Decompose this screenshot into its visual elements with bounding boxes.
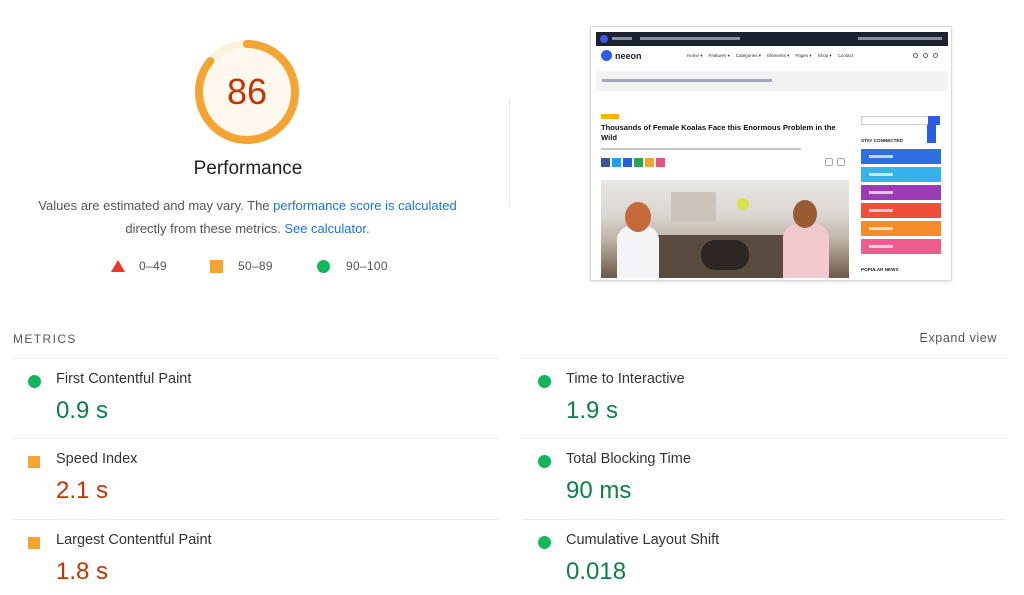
preview-social-row — [861, 203, 941, 218]
metric-value: 0.9 s — [56, 397, 109, 424]
preview-nav-item: Categories ▾ — [735, 53, 762, 58]
calculator-link[interactable]: See calculator — [284, 221, 366, 236]
preview-nav-item: Elements ▾ — [767, 53, 790, 58]
metric-speed-index: Speed Index 2.1 s — [28, 439, 508, 519]
preview-social-row — [861, 185, 941, 200]
metrics-title: METRICS — [13, 332, 77, 346]
final-screenshot-thumbnail[interactable]: neeon Home ▾ Features ▾ Categories ▾ Elemen… — [590, 26, 952, 281]
preview-logo-text: neeon — [615, 50, 642, 61]
legend-pass-range: 90–100 — [346, 259, 388, 273]
average-square-icon — [28, 456, 40, 468]
metric-total-blocking-time: Total Blocking Time 90 ms — [538, 439, 1018, 519]
metric-value: 1.9 s — [566, 397, 619, 424]
average-square-icon — [28, 537, 40, 549]
vertical-divider — [509, 100, 510, 206]
preview-nav-item: Contact — [837, 53, 854, 58]
description-period: . — [365, 221, 370, 236]
metric-value: 1.8 s — [56, 558, 109, 585]
metric-largest-contentful-paint: Largest Contentful Paint 1.8 s — [28, 520, 508, 595]
logo-icon — [601, 50, 612, 61]
legend-pass: 90–100 — [317, 258, 388, 274]
legend-average: 50–89 — [210, 258, 273, 274]
preview-category-tag — [601, 114, 619, 119]
legend-fail-range: 0–49 — [139, 259, 167, 273]
score-value: 86 — [226, 71, 268, 112]
metric-label: First Contentful Paint — [56, 371, 192, 387]
metric-label: Cumulative Layout Shift — [566, 532, 720, 548]
score-calculation-link[interactable]: performance score is calculated — [273, 198, 457, 213]
metric-cumulative-layout-shift: Cumulative Layout Shift 0.018 — [538, 520, 1018, 595]
metric-label: Total Blocking Time — [566, 451, 691, 467]
pass-circle-icon — [538, 455, 551, 468]
description-text: Values are estimated and may vary. The — [38, 198, 274, 213]
preview-share-buttons — [601, 158, 665, 167]
preview-share-button — [623, 158, 632, 167]
pass-circle-icon — [538, 536, 551, 549]
pass-circle-icon — [28, 375, 41, 388]
preview-share-button — [612, 158, 621, 167]
preview-logo: neeon — [601, 50, 642, 61]
preview-share-button — [601, 158, 610, 167]
metric-time-to-interactive: Time to Interactive 1.9 s — [538, 359, 1018, 439]
preview-search — [861, 116, 940, 143]
preview-headline: Thousands of Female Koalas Face this Eno… — [601, 123, 836, 142]
preview-nav-item: Shop ▾ — [817, 53, 832, 58]
preview-social-row — [861, 239, 941, 254]
metric-label: Speed Index — [56, 451, 138, 467]
preview-meta — [601, 148, 801, 150]
preview-social-row — [861, 167, 941, 182]
circle-icon — [317, 259, 330, 273]
legend-average-range: 50–89 — [238, 259, 273, 273]
preview-share-button — [656, 158, 665, 167]
legend-fail: 0–49 — [111, 258, 167, 274]
metric-value: 2.1 s — [56, 477, 109, 504]
preview-social-row — [861, 149, 941, 164]
performance-score-gauge: 86 — [193, 38, 301, 146]
metric-value: 90 ms — [566, 477, 632, 504]
expand-view-toggle[interactable]: Expand view — [920, 331, 997, 345]
score-description: Values are estimated and may vary. The p… — [20, 194, 475, 240]
metric-label: Time to Interactive — [566, 371, 685, 387]
pass-circle-icon — [538, 375, 551, 388]
preview-sidebar-heading-2: POPULAR NEWS — [861, 267, 899, 272]
preview-share-icons — [825, 158, 845, 166]
triangle-icon — [111, 260, 125, 272]
preview-nav: Home ▾ Features ▾ Categories ▾ Elements ▾ Pa… — [687, 53, 853, 59]
preview-share-button — [634, 158, 643, 167]
preview-nav-item: Home ▾ — [687, 53, 703, 58]
score-label: Performance — [193, 158, 303, 179]
preview-nav-icons — [913, 53, 938, 58]
metric-label: Largest Contentful Paint — [56, 532, 212, 548]
preview-nav-item: Pages ▾ — [795, 53, 812, 58]
metric-value: 0.018 — [566, 558, 627, 585]
square-icon — [210, 259, 223, 273]
preview-photo — [601, 180, 849, 278]
preview-social-row — [861, 221, 941, 236]
preview-topbar — [596, 32, 948, 46]
preview-sidebar-heading: STAY CONNECTED — [861, 138, 903, 143]
preview-nav-item: Features ▾ — [708, 53, 730, 58]
preview-share-button — [645, 158, 654, 167]
preview-breadcrumb — [596, 71, 948, 91]
metric-first-contentful-paint: First Contentful Paint 0.9 s — [28, 359, 508, 439]
description-text-2: directly from these metrics. — [125, 221, 285, 236]
